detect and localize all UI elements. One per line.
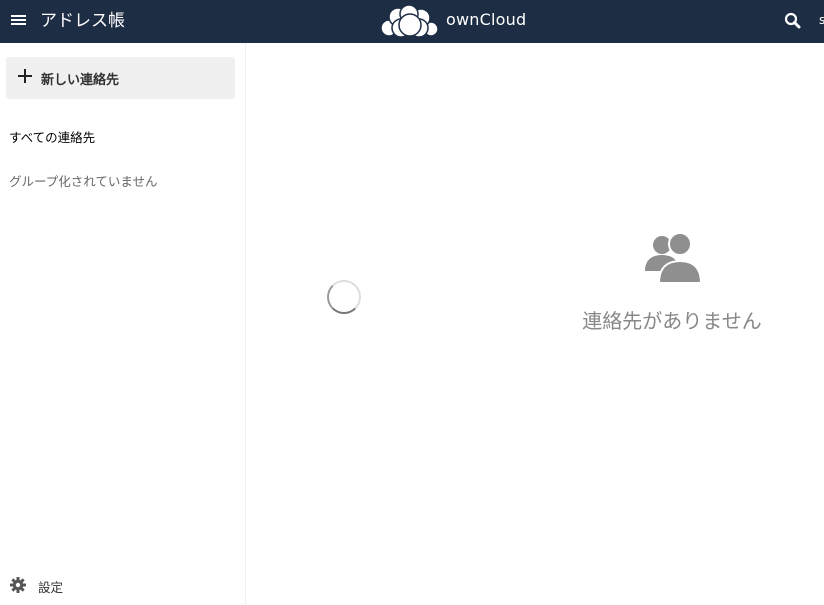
- plus-icon: [18, 69, 32, 83]
- settings-label: 設定: [38, 580, 64, 595]
- owncloud-logo[interactable]: ownCloud: [379, 2, 539, 40]
- sidebar-navigation: 新しい連絡先 すべての連絡先 グループ化されていません 設定: [0, 43, 246, 605]
- contacts-app: アドレス帳 ownCloud s 新しい連絡先 すべての連絡先 グループ化されて…: [0, 0, 824, 605]
- user-menu-label[interactable]: s: [819, 13, 824, 27]
- contacts-main-area: 連絡先がありません: [247, 43, 824, 605]
- empty-contacts-message: 連絡先がありません: [582, 309, 762, 333]
- top-header-bar: アドレス帳 ownCloud s: [0, 0, 824, 43]
- owncloud-cloud-logo-icon: [380, 4, 439, 38]
- group-item-all-contacts[interactable]: すべての連絡先: [9, 127, 95, 146]
- search-icon[interactable]: [783, 11, 803, 31]
- loading-spinner-icon: [327, 280, 361, 314]
- group-item-ungrouped[interactable]: グループ化されていません: [9, 171, 158, 190]
- app-title[interactable]: アドレス帳: [40, 10, 125, 32]
- new-contact-button[interactable]: 新しい連絡先: [6, 57, 235, 99]
- hamburger-menu-icon[interactable]: [9, 12, 27, 30]
- gear-icon: [10, 577, 26, 593]
- brand-text: ownCloud: [446, 10, 527, 29]
- contacts-group-icon: [645, 232, 701, 283]
- settings-button[interactable]: 設定: [10, 576, 130, 596]
- new-contact-label: 新しい連絡先: [41, 73, 120, 88]
